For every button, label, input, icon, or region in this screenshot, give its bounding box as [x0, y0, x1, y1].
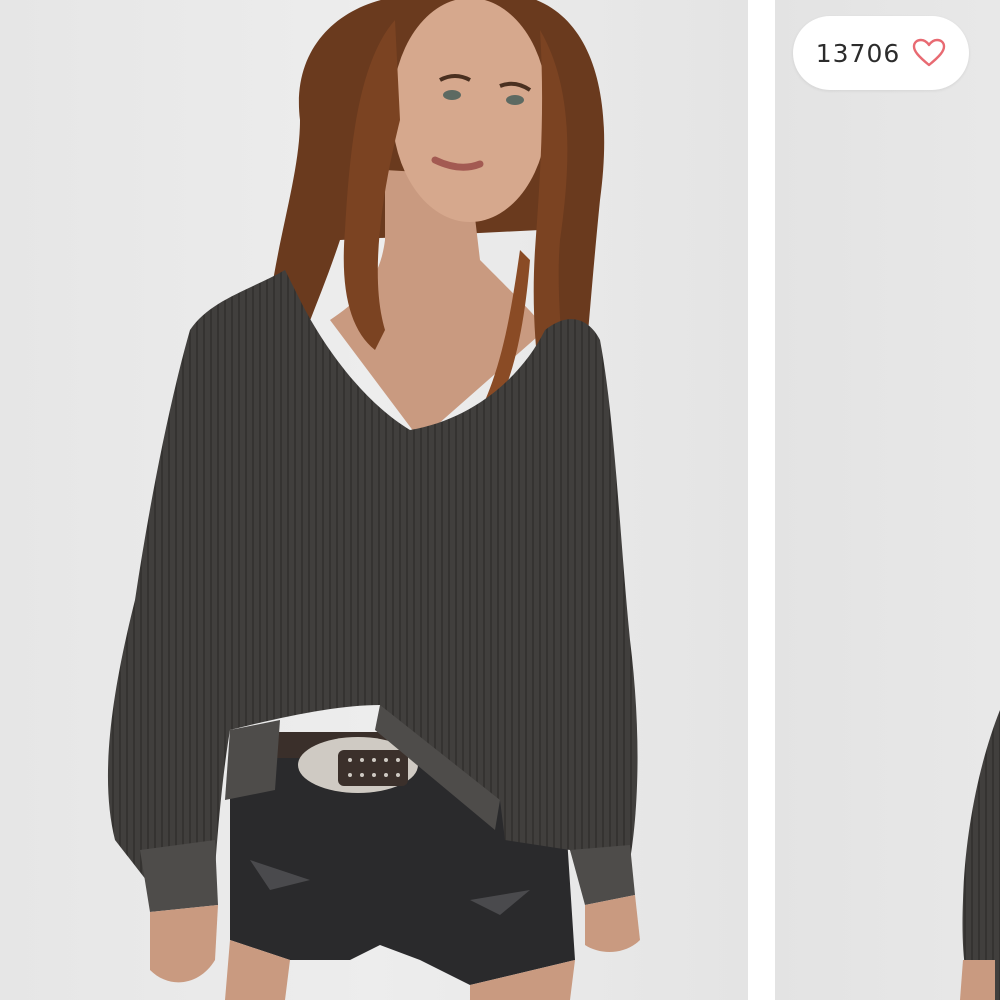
model-illustration [0, 0, 748, 1000]
carousel-track [0, 0, 1000, 1000]
product-image-carousel[interactable]: 13706 [0, 0, 1000, 1000]
product-photo-main[interactable] [0, 0, 748, 1000]
like-button[interactable]: 13706 [793, 16, 969, 90]
like-count: 13706 [815, 38, 901, 68]
product-photo-next[interactable] [775, 0, 1000, 1000]
heart-outline-icon [913, 38, 946, 67]
model-illustration-next [775, 0, 1000, 1000]
